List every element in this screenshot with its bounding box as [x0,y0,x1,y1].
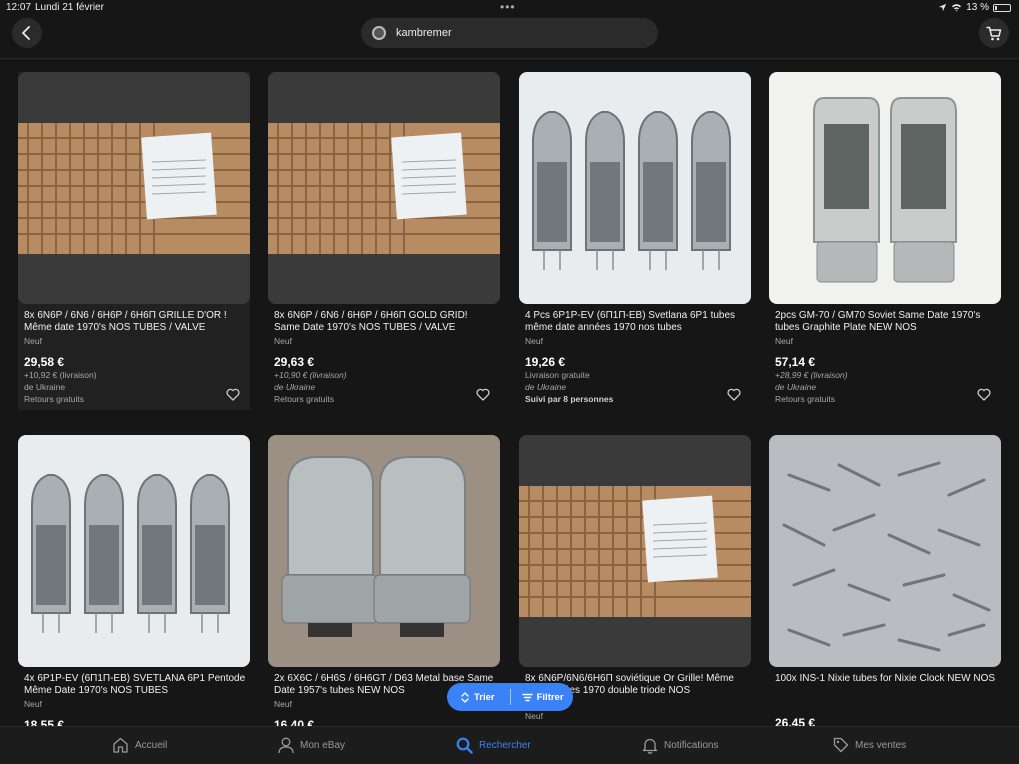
listing-origin: de Ukraine [775,382,817,392]
tab-selling-label: Mes ventes [855,739,907,751]
sort-icon [461,691,469,703]
cart-icon [986,26,1002,40]
chevron-left-icon [22,26,30,40]
listing-price: 57,14 € [775,355,816,369]
listing-condition: Neuf [525,336,543,346]
listing-condition: Neuf [274,699,292,709]
listing-returns: Retours gratuits [775,394,835,404]
heart-icon[interactable] [727,388,741,401]
multitasking-dots-icon[interactable]: ••• [500,0,516,14]
tab-my-ebay-label: Mon eBay [300,740,346,751]
listing-shipping: +10,92 € (livraison) [24,370,97,380]
listing-price: 19,26 € [525,355,566,369]
listing-condition: Neuf [274,336,292,346]
heart-icon[interactable] [476,388,490,401]
battery-level [995,5,997,10]
listing-price: 18,55 € [24,718,65,726]
listing-condition: Neuf [24,699,42,709]
wifi-icon [952,4,962,12]
listing-price: 26,45 € [775,716,816,726]
bottom-tab-bar: Accueil Mon eBay Rechercher Notification… [0,726,1019,764]
filter-button[interactable]: Filtrer [521,691,564,703]
listing-origin: de Ukraine [274,382,316,392]
tab-search-label: Rechercher [479,740,531,751]
tab-home[interactable]: Accueil [112,737,167,753]
sort-filter-bar: Trier Filtrer [447,683,573,711]
listing-shipping: +10,90 € (livraison) [274,370,347,380]
listing-shipping: +28,99 € (livraison) [775,370,848,380]
listing-title[interactable]: 2pcs GM-70 / GM70 Soviet Same Date 1970'… [775,310,997,334]
sort-button[interactable]: Trier [460,692,495,703]
listing-card[interactable]: 8x 6N6P / 6N6 / 6H6P / 6Н6П GRILLE D'OR … [18,72,250,410]
filter-icon [521,693,533,701]
listing-shipping: Livraison gratuite [525,370,590,380]
listing-image[interactable] [519,435,751,667]
results-grid: 8x 6N6P / 6N6 / 6H6P / 6Н6П GRILLE D'OR … [0,59,1019,726]
tab-notifications-label: Notifications [664,740,719,751]
listing-condition: Neuf [775,336,793,346]
status-bar: 12:07 Lundi 21 février ••• 13 % [0,0,1019,16]
search-icon [456,737,473,754]
back-button[interactable] [12,18,42,48]
listing-image[interactable] [268,72,500,304]
listing-returns: Retours gratuits [274,394,334,404]
tab-my-ebay[interactable]: Mon eBay [278,737,345,754]
battery-percent: 13 % [966,2,989,13]
listing-image[interactable] [519,72,751,304]
listing-image[interactable] [769,435,1001,667]
listing-watchers: Suivi par 8 personnes [525,394,614,404]
listing-price: 29,63 € [274,355,315,369]
status-right: 13 % [938,2,1011,13]
search-input[interactable]: kambremer [361,18,658,48]
sort-filter-divider [509,689,511,705]
user-icon [278,737,294,754]
listing-title[interactable]: 4x 6P1P-EV (6П1П-ЕВ) SVETLANA 6P1 Pentod… [24,673,246,697]
location-icon [939,3,947,12]
status-date: Lundi 21 février [35,2,104,13]
listing-image[interactable] [268,435,500,667]
listing-image[interactable] [769,72,1001,304]
sort-label: Trier [474,691,495,703]
tab-home-label: Accueil [135,739,168,751]
listing-card[interactable]: 100x INS-1 Nixie tubes for Nixie Clock N… [769,435,1001,726]
heart-icon[interactable] [226,388,240,401]
listing-returns: Retours gratuits [24,394,84,404]
filter-label: Filtrer [536,691,564,703]
listing-image[interactable] [18,435,250,667]
listing-image[interactable] [18,72,250,304]
listing-card[interactable]: 8x 6N6P / 6N6 / 6H6P / 6Н6П GOLD GRID! S… [268,72,500,410]
header: kambremer [0,16,1019,56]
listing-card[interactable]: 4x 6P1P-EV (6П1П-ЕВ) SVETLANA 6P1 Pentod… [18,435,250,726]
listing-card[interactable]: 4 Pcs 6P1P-EV (6П1П-ЕВ) Svetlana 6P1 tub… [519,72,751,410]
battery-icon [993,3,1011,12]
listing-title[interactable]: 4 Pcs 6P1P-EV (6П1П-ЕВ) Svetlana 6P1 tub… [525,310,747,334]
status-time: 12:07 [6,2,32,13]
listing-origin: de Ukraine [24,382,66,392]
tag-icon [833,737,849,753]
listing-origin: de Ukraine [525,382,567,392]
listing-card[interactable]: 2pcs GM-70 / GM70 Soviet Same Date 1970'… [769,72,1001,410]
seller-avatar [372,26,386,40]
listing-condition: Neuf [525,711,543,721]
listing-title[interactable]: 8x 6N6P / 6N6 / 6H6P / 6Н6П GOLD GRID! S… [274,310,496,334]
listing-price: 29,58 € [24,355,65,369]
listing-title[interactable]: 8x 6N6P / 6N6 / 6H6P / 6Н6П GRILLE D'OR … [24,310,246,334]
listing-condition: Neuf [24,336,42,346]
home-icon [113,737,128,753]
listing-price: 16,40 € [274,718,315,726]
tab-notifications[interactable]: Notifications [642,737,718,754]
search-query: kambremer [396,27,452,39]
tab-selling[interactable]: Mes ventes [833,737,906,753]
cart-button[interactable] [979,18,1009,48]
listing-title[interactable]: 100x INS-1 Nixie tubes for Nixie Clock N… [775,673,997,685]
tab-search[interactable]: Rechercher [456,737,531,754]
bell-icon [642,738,658,754]
heart-icon[interactable] [977,388,991,401]
